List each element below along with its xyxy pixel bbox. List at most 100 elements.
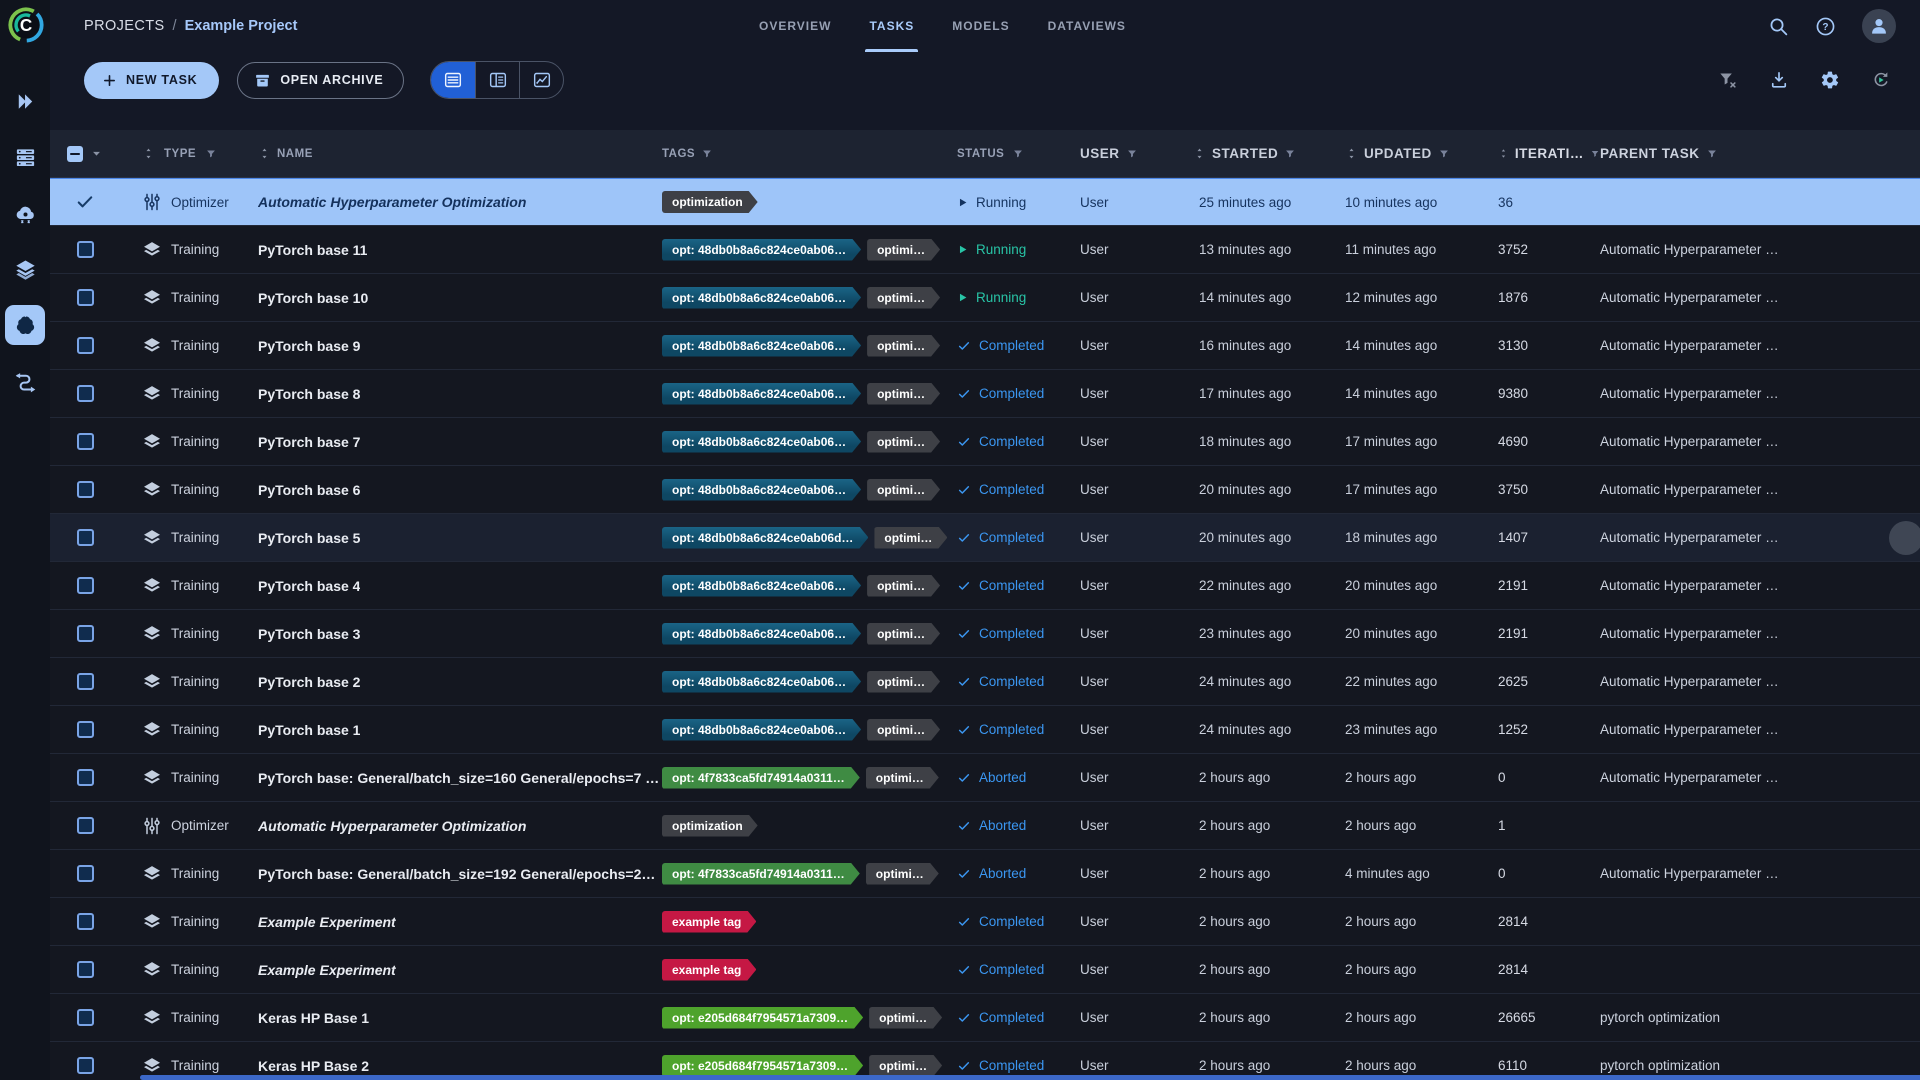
row-checkbox[interactable] (77, 673, 94, 690)
sidebar-item-pipelines[interactable] (5, 361, 45, 401)
tag-chip[interactable]: optimi… (867, 719, 940, 741)
row-checkbox[interactable] (77, 721, 94, 738)
settings-button[interactable] (1820, 70, 1840, 90)
tag-chip[interactable]: optimi… (867, 623, 940, 645)
tag-chip[interactable]: opt: 48db0b8a6c824ce0ab06… (662, 671, 861, 693)
tag-chip[interactable]: opt: 48db0b8a6c824ce0ab06d… (662, 527, 868, 549)
row-checkbox[interactable] (77, 433, 94, 450)
tag-chip[interactable]: opt: 48db0b8a6c824ce0ab06… (662, 719, 861, 741)
task-name[interactable]: PyTorch base: General/batch_size=192 Gen… (258, 866, 660, 882)
selection-menu-caret[interactable] (89, 146, 104, 161)
row-checkbox[interactable] (77, 769, 94, 786)
table-row[interactable]: TrainingPyTorch base 8opt: 48db0b8a6c824… (50, 370, 1920, 418)
tab-models[interactable]: MODELS (952, 0, 1009, 52)
tab-dataviews[interactable]: DATAVIEWS (1048, 0, 1126, 52)
tag-chip[interactable]: example tag (662, 959, 756, 981)
sidebar-item-getting-started[interactable] (5, 81, 45, 121)
row-checkbox[interactable] (77, 289, 94, 306)
row-checkbox[interactable] (77, 625, 94, 642)
tag-chip[interactable]: optimi… (866, 767, 939, 789)
column-header-updated[interactable]: UPDATED (1337, 146, 1492, 161)
task-name[interactable]: PyTorch base 11 (258, 242, 367, 258)
tag-chip[interactable]: optimi… (867, 287, 940, 309)
table-row[interactable]: TrainingPyTorch base 4opt: 48db0b8a6c824… (50, 562, 1920, 610)
task-name[interactable]: Keras HP Base 1 (258, 1010, 369, 1026)
table-row[interactable]: TrainingPyTorch base 2opt: 48db0b8a6c824… (50, 658, 1920, 706)
column-header-tags[interactable]: TAGS (660, 148, 955, 160)
column-header-type[interactable]: TYPE (120, 147, 255, 160)
tag-chip[interactable]: opt: 4f7833ca5fd74914a0311… (662, 863, 860, 885)
new-task-button[interactable]: NEW TASK (84, 62, 219, 99)
table-row[interactable]: TrainingKeras HP Base 1opt: e205d684f795… (50, 994, 1920, 1042)
tag-chip[interactable]: opt: 4f7833ca5fd74914a0311… (662, 767, 860, 789)
tag-chip[interactable]: optimi… (867, 671, 940, 693)
tag-chip[interactable]: opt: 48db0b8a6c824ce0ab06… (662, 479, 861, 501)
table-row[interactable]: OptimizerAutomatic Hyperparameter Optimi… (50, 178, 1920, 226)
download-csv-button[interactable] (1769, 70, 1789, 90)
table-row[interactable]: TrainingPyTorch base 7opt: 48db0b8a6c824… (50, 418, 1920, 466)
table-row[interactable]: OptimizerAutomatic Hyperparameter Optimi… (50, 802, 1920, 850)
tag-chip[interactable]: optimization (662, 191, 758, 213)
column-header-status[interactable]: STATUS (955, 148, 1072, 160)
task-name[interactable]: PyTorch base 10 (258, 290, 368, 306)
sidebar-item-workers-queues[interactable] (5, 137, 45, 177)
table-row[interactable]: TrainingPyTorch base 9opt: 48db0b8a6c824… (50, 322, 1920, 370)
select-all-header[interactable] (50, 146, 120, 162)
profile-button[interactable] (1862, 9, 1896, 43)
clear-filters-button[interactable] (1718, 70, 1738, 90)
row-checkbox[interactable] (77, 913, 94, 930)
tag-chip[interactable]: optimi… (867, 335, 940, 357)
table-row[interactable]: TrainingPyTorch base: General/batch_size… (50, 754, 1920, 802)
search-button[interactable] (1768, 16, 1789, 37)
tag-chip[interactable]: opt: 48db0b8a6c824ce0ab06… (662, 623, 861, 645)
row-checkbox[interactable] (77, 817, 94, 834)
select-all-checkbox[interactable] (67, 146, 83, 162)
task-name[interactable]: PyTorch base 1 (258, 722, 360, 738)
tag-chip[interactable]: optimi… (867, 575, 940, 597)
row-checkbox[interactable] (77, 337, 94, 354)
tag-chip[interactable]: opt: e205d684f7954571a7309… (662, 1055, 863, 1077)
clearml-logo-icon[interactable]: C (7, 6, 45, 46)
tag-chip[interactable]: opt: 48db0b8a6c824ce0ab06… (662, 575, 861, 597)
table-row[interactable]: TrainingPyTorch base: General/batch_size… (50, 850, 1920, 898)
row-checkbox[interactable] (77, 529, 94, 546)
row-checkbox[interactable] (77, 577, 94, 594)
task-name[interactable]: PyTorch base 4 (258, 578, 360, 594)
table-row[interactable]: TrainingPyTorch base 1opt: 48db0b8a6c824… (50, 706, 1920, 754)
row-checkbox[interactable] (77, 961, 94, 978)
tag-chip[interactable]: optimi… (867, 431, 940, 453)
vertical-scrollbar-thumb[interactable] (1889, 521, 1920, 555)
sidebar-item-cloud-autoscalers[interactable] (5, 193, 45, 233)
horizontal-scrollbar-thumb[interactable] (140, 1075, 1920, 1080)
tag-chip[interactable]: opt: 48db0b8a6c824ce0ab06… (662, 335, 861, 357)
task-name[interactable]: Automatic Hyperparameter Optimization (258, 194, 526, 210)
tag-chip[interactable]: optimi… (867, 383, 940, 405)
column-header-parent[interactable]: PARENT TASK (1600, 146, 1920, 161)
tab-overview[interactable]: OVERVIEW (759, 0, 831, 52)
tab-tasks[interactable]: TASKS (869, 0, 914, 52)
sidebar-item-projects[interactable] (5, 305, 45, 345)
help-button[interactable]: ? (1815, 16, 1836, 37)
task-name[interactable]: Automatic Hyperparameter Optimization (258, 818, 526, 834)
task-name[interactable]: PyTorch base 5 (258, 530, 360, 546)
sidebar-item-datasets[interactable] (5, 249, 45, 289)
auto-refresh-button[interactable] (1871, 70, 1891, 90)
task-name[interactable]: Example Experiment (258, 962, 396, 978)
table-row[interactable]: TrainingExample Experimentexample tagCom… (50, 898, 1920, 946)
task-name[interactable]: Keras HP Base 2 (258, 1058, 369, 1074)
column-header-name[interactable]: NAME (255, 147, 660, 160)
column-header-started[interactable]: STARTED (1185, 146, 1337, 161)
tag-chip[interactable]: optimi… (866, 863, 939, 885)
column-header-user[interactable]: USER (1072, 146, 1185, 161)
row-checkbox[interactable] (77, 385, 94, 402)
table-row[interactable]: TrainingExample Experimentexample tagCom… (50, 946, 1920, 994)
table-view-button[interactable] (431, 62, 475, 98)
table-row[interactable]: TrainingPyTorch base 3opt: 48db0b8a6c824… (50, 610, 1920, 658)
column-header-iter[interactable]: ITERATI… (1492, 146, 1600, 161)
open-archive-button[interactable]: OPEN ARCHIVE (237, 62, 404, 99)
tag-chip[interactable]: optimi… (869, 1055, 942, 1077)
task-name[interactable]: PyTorch base 7 (258, 434, 360, 450)
tag-chip[interactable]: optimi… (867, 239, 940, 261)
task-name[interactable]: Example Experiment (258, 914, 396, 930)
tag-chip[interactable]: opt: 48db0b8a6c824ce0ab06… (662, 431, 861, 453)
